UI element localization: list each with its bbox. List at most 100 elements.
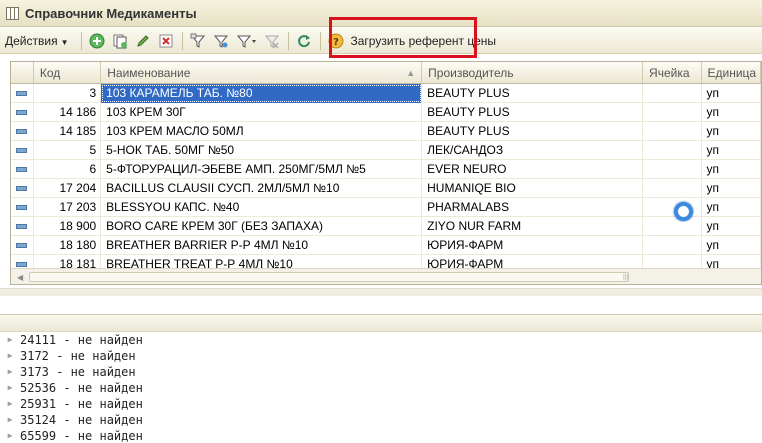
cell-unit[interactable]: уп (702, 160, 761, 179)
cell-storage[interactable] (643, 198, 702, 217)
cell-storage[interactable] (643, 122, 702, 141)
expand-arrow-icon[interactable]: ▶ (0, 412, 20, 428)
table-row[interactable]: 6 5-ФТОРУРАЦИЛ-ЭБЕВЕ АМП. 250МГ/5МЛ №5 EVE… (11, 160, 761, 179)
cell-unit[interactable]: уп (702, 217, 761, 236)
cell-name[interactable]: 103 КАРАМЕЛЬ ТАБ. №80 (101, 84, 423, 103)
cell-unit[interactable]: уп (702, 198, 761, 217)
cell-code[interactable]: 17 203 (34, 198, 102, 217)
cell-manufacturer[interactable]: ЮРИЯ-ФАРМ (422, 236, 644, 255)
row-marker-icon[interactable] (11, 160, 34, 179)
horizontal-scrollbar[interactable]: ◀ ||| (11, 268, 761, 284)
table-row[interactable]: 18 900 BORO CARE КРЕМ 30Г (БЕЗ ЗАПАХА) ZIY… (11, 217, 761, 236)
cell-storage[interactable] (643, 236, 702, 255)
message-line[interactable]: ▶ 25931 - не найден (0, 396, 762, 412)
delete-icon[interactable] (157, 31, 176, 50)
column-header-cell[interactable]: Ячейка (643, 62, 702, 83)
cell-name[interactable]: 103 КРЕМ 30Г (101, 103, 423, 122)
column-header-name[interactable]: Наименование ▲ (101, 62, 423, 83)
column-header-manufacturer[interactable]: Производитель (422, 62, 644, 83)
message-line[interactable]: ▶ 52536 - не найден (0, 380, 762, 396)
cell-storage[interactable] (643, 141, 702, 160)
cell-manufacturer[interactable]: PHARMALABS (422, 198, 644, 217)
filter-settings-icon[interactable] (212, 31, 231, 50)
row-marker-icon[interactable] (11, 103, 34, 122)
table-row[interactable]: 14 186 103 КРЕМ 30Г BEAUTY PLUS уп (11, 103, 761, 122)
expand-arrow-icon[interactable]: ▶ (0, 332, 20, 348)
copy-icon[interactable] (111, 31, 130, 50)
cell-manufacturer[interactable]: EVER NEURO (422, 160, 644, 179)
cell-name[interactable]: 5-НОК ТАБ. 50МГ №50 (101, 141, 423, 160)
actions-menu[interactable]: Действия ▼ (5, 34, 69, 48)
filter-dropdown-icon[interactable] (235, 31, 259, 50)
cell-code[interactable]: 5 (34, 141, 102, 160)
cell-storage[interactable] (643, 217, 702, 236)
table-row[interactable]: 5 5-НОК ТАБ. 50МГ №50 ЛЕК/САНДОЗ уп (11, 141, 761, 160)
cell-storage[interactable] (643, 103, 702, 122)
table-row[interactable]: 3 103 КАРАМЕЛЬ ТАБ. №80 BEAUTY PLUS уп (11, 84, 761, 103)
expand-arrow-icon[interactable]: ▶ (0, 428, 20, 443)
help-icon[interactable]: ? (327, 31, 346, 50)
scrollbar-thumb[interactable] (29, 272, 629, 282)
cell-unit[interactable]: уп (702, 122, 761, 141)
expand-arrow-icon[interactable]: ▶ (0, 380, 20, 396)
expand-arrow-icon[interactable]: ▶ (0, 364, 20, 380)
cell-code[interactable]: 14 185 (34, 122, 102, 141)
cell-manufacturer[interactable]: BEAUTY PLUS (422, 122, 644, 141)
refresh-icon[interactable] (295, 31, 314, 50)
cell-code[interactable]: 18 180 (34, 236, 102, 255)
cell-storage[interactable] (643, 84, 702, 103)
edit-icon[interactable] (134, 31, 153, 50)
cell-unit[interactable]: уп (702, 84, 761, 103)
column-header-unit[interactable]: Единица и (702, 62, 761, 83)
cell-unit[interactable]: уп (702, 179, 761, 198)
panel-splitter[interactable] (0, 288, 762, 296)
row-marker-icon[interactable] (11, 198, 34, 217)
cell-storage[interactable] (643, 179, 702, 198)
add-icon[interactable] (88, 31, 107, 50)
row-marker-icon[interactable] (11, 141, 34, 160)
table-row[interactable]: 17 204 BACILLUS CLAUSII СУСП. 2МЛ/5МЛ №10… (11, 179, 761, 198)
cell-name[interactable]: 103 КРЕМ МАСЛО 50МЛ (101, 122, 423, 141)
cell-name[interactable]: BORO CARE КРЕМ 30Г (БЕЗ ЗАПАХА) (101, 217, 423, 236)
cell-code[interactable]: 17 204 (34, 179, 102, 198)
cell-code[interactable]: 3 (34, 84, 102, 103)
cell-unit[interactable]: уп (702, 141, 761, 160)
cell-name[interactable]: 5-ФТОРУРАЦИЛ-ЭБЕВЕ АМП. 250МГ/5МЛ №5 (101, 160, 423, 179)
row-marker-icon[interactable] (11, 179, 34, 198)
cell-storage[interactable] (643, 160, 702, 179)
load-ref-prices-button[interactable]: Загрузить референт цены (351, 34, 497, 48)
cell-code[interactable]: 14 186 (34, 103, 102, 122)
cell-name[interactable]: BREATHER BARRIER Р-Р 4МЛ №10 (101, 236, 423, 255)
cell-code[interactable]: 6 (34, 160, 102, 179)
expand-arrow-icon[interactable]: ▶ (0, 396, 20, 412)
row-marker-icon (16, 110, 28, 115)
column-header-code[interactable]: Код (34, 62, 102, 83)
table-row[interactable]: 17 203 BLESSYOU КАПС. №40 PHARMALABS уп (11, 198, 761, 217)
cell-unit[interactable]: уп (702, 236, 761, 255)
table-row[interactable]: 18 180 BREATHER BARRIER Р-Р 4МЛ №10 ЮРИЯ-Ф… (11, 236, 761, 255)
cell-manufacturer[interactable]: BEAUTY PLUS (422, 103, 644, 122)
column-header-icon[interactable] (11, 62, 34, 83)
row-marker-icon[interactable] (11, 217, 34, 236)
message-line[interactable]: ▶ 3172 - не найден (0, 348, 762, 364)
cell-unit[interactable]: уп (702, 103, 761, 122)
cell-manufacturer[interactable]: ЛЕК/САНДОЗ (422, 141, 644, 160)
cell-manufacturer[interactable]: BEAUTY PLUS (422, 84, 644, 103)
message-line[interactable]: ▶ 35124 - не найден (0, 412, 762, 428)
cell-name[interactable]: BLESSYOU КАПС. №40 (101, 198, 423, 217)
scroll-left-icon[interactable]: ◀ (17, 273, 23, 282)
row-marker-icon[interactable] (11, 122, 34, 141)
cell-code[interactable]: 18 900 (34, 217, 102, 236)
message-line[interactable]: ▶ 3173 - не найден (0, 364, 762, 380)
message-line[interactable]: ▶ 65599 - не найден (0, 428, 762, 443)
cell-manufacturer[interactable]: ZIYO NUR FARM (422, 217, 644, 236)
cell-name[interactable]: BACILLUS CLAUSII СУСП. 2МЛ/5МЛ №10 (101, 179, 423, 198)
cell-manufacturer[interactable]: HUMANIQE BIO (422, 179, 644, 198)
row-marker-icon[interactable] (11, 236, 34, 255)
filter-icon[interactable] (189, 31, 208, 50)
clear-filter-icon[interactable] (263, 31, 282, 50)
table-row[interactable]: 14 185 103 КРЕМ МАСЛО 50МЛ BEAUTY PLUS уп (11, 122, 761, 141)
message-line[interactable]: ▶ 24111 - не найден (0, 332, 762, 348)
expand-arrow-icon[interactable]: ▶ (0, 348, 20, 364)
row-marker-icon[interactable] (11, 84, 34, 103)
